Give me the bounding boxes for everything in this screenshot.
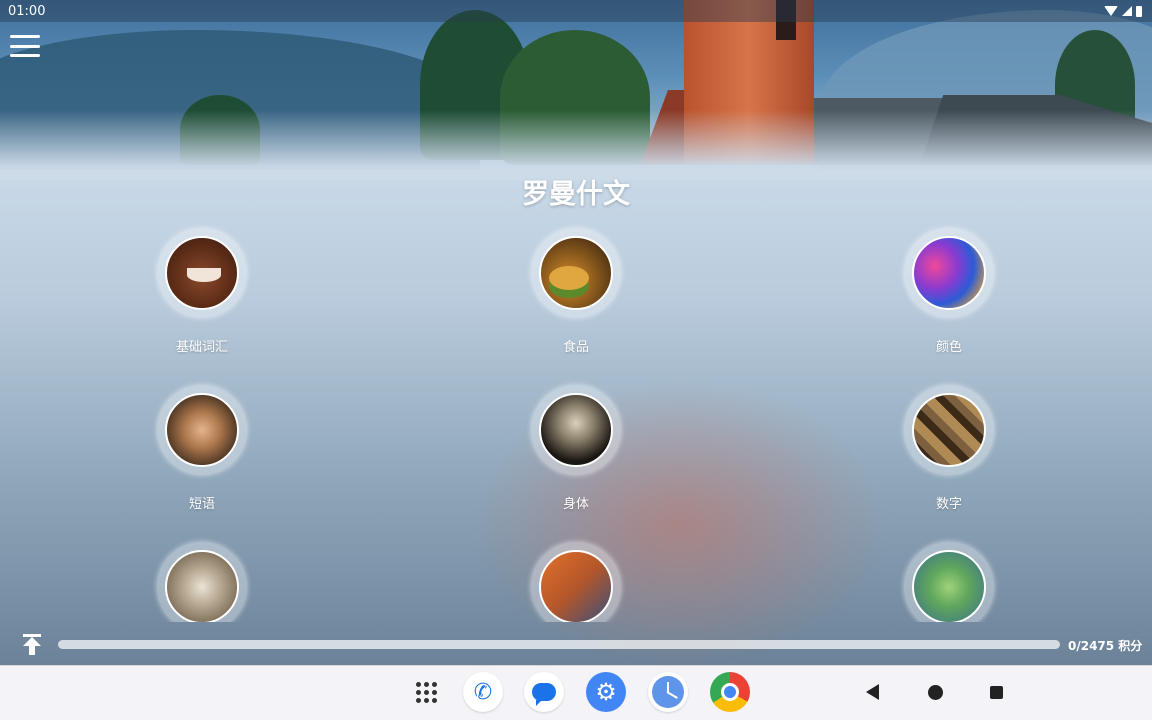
category-label: 数字 <box>935 497 962 512</box>
category-label: 短语 <box>188 497 215 512</box>
battery-icon <box>1136 5 1142 17</box>
category-label: 基础词汇 <box>175 340 228 355</box>
category-image-ring <box>904 385 994 475</box>
status-time: 01:00 <box>8 3 46 19</box>
status-icons <box>1104 5 1142 17</box>
signal-icon <box>1122 6 1132 16</box>
progress-row: 0/2475 积分 <box>0 628 1152 662</box>
category-label: 身体 <box>562 497 589 512</box>
category-image-ring <box>157 542 247 622</box>
food-photo <box>539 236 613 310</box>
page-title: 罗曼什文 <box>522 179 630 210</box>
app-drawer-icon[interactable] <box>406 672 446 712</box>
android-taskbar: ✆ ⚙ <box>0 665 1152 720</box>
messages-icon[interactable] <box>524 672 564 712</box>
progress-bar <box>58 640 1060 649</box>
category-grid: 基础词汇 食品 颜色 短语 身体 数字 <box>0 222 1152 622</box>
category-numbers[interactable]: 数字 <box>849 385 1049 512</box>
category-phrases[interactable]: 短语 <box>102 385 302 512</box>
category-image-ring <box>904 542 994 622</box>
clothing-photo <box>539 550 613 622</box>
category-image-ring <box>531 228 621 318</box>
chrome-icon[interactable] <box>710 672 750 712</box>
category-basic-vocabulary[interactable]: 基础词汇 <box>102 228 302 355</box>
category-places[interactable] <box>849 542 1049 622</box>
category-label: 颜色 <box>935 340 962 355</box>
category-label: 食品 <box>562 340 589 355</box>
map-photo <box>912 550 986 622</box>
category-body[interactable]: 身体 <box>476 385 676 512</box>
girl-photo <box>165 393 239 467</box>
back-icon[interactable] <box>866 684 879 700</box>
category-food[interactable]: 食品 <box>476 228 676 355</box>
category-clothing[interactable] <box>476 542 676 622</box>
category-image-ring <box>531 542 621 622</box>
colors-photo <box>912 236 986 310</box>
category-colors[interactable]: 颜色 <box>849 228 1049 355</box>
category-time[interactable] <box>102 542 302 622</box>
child-photo <box>165 236 239 310</box>
numbers-photo <box>912 393 986 467</box>
scroll-to-top-icon[interactable] <box>22 634 42 656</box>
home-icon[interactable] <box>928 685 943 700</box>
category-image-ring <box>157 385 247 475</box>
hamburger-menu-icon[interactable] <box>10 35 40 57</box>
category-image-ring <box>157 228 247 318</box>
clock-icon[interactable] <box>648 672 688 712</box>
points-counter: 0/2475 积分 <box>1068 639 1143 653</box>
settings-icon[interactable]: ⚙ <box>586 672 626 712</box>
category-image-ring <box>904 228 994 318</box>
skeleton-photo <box>539 393 613 467</box>
background-fade <box>0 110 1152 180</box>
status-bar: 01:00 <box>0 0 1152 22</box>
category-image-ring <box>531 385 621 475</box>
wifi-icon <box>1104 6 1118 16</box>
recents-icon[interactable] <box>990 686 1003 699</box>
phone-icon[interactable]: ✆ <box>463 672 503 712</box>
clock-photo <box>165 550 239 622</box>
